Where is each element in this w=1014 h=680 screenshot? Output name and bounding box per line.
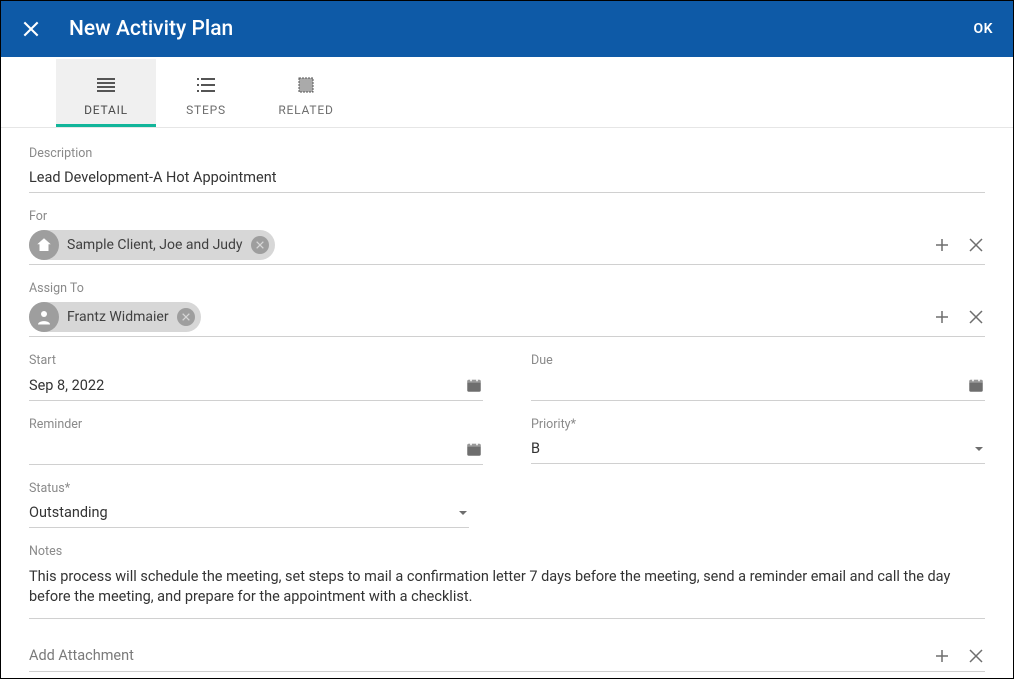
- calendar-icon[interactable]: [465, 376, 483, 394]
- field-label: Status*: [29, 481, 469, 496]
- field-label: Due: [531, 353, 985, 368]
- tab-label: STEPS: [186, 103, 226, 117]
- field-label: Priority*: [531, 417, 985, 432]
- description-input[interactable]: Lead Development-A Hot Appointment: [29, 165, 985, 193]
- clear-icon[interactable]: [967, 308, 985, 326]
- chevron-down-icon: [457, 507, 469, 519]
- field-label: Start: [29, 353, 483, 368]
- field-value-text: Outstanding: [29, 504, 108, 521]
- chevron-down-icon: [973, 443, 985, 455]
- reminder-field: Reminder: [29, 417, 483, 465]
- tab-bar: DETAIL STEPS RELATED: [1, 59, 1013, 128]
- assign-to-field: Assign To Frantz Widmaier: [29, 281, 985, 337]
- notes-input[interactable]: This process will schedule the meeting, …: [29, 563, 985, 619]
- chip-label: Frantz Widmaier: [67, 309, 169, 325]
- for-chip[interactable]: Sample Client, Joe and Judy: [29, 230, 275, 260]
- for-input[interactable]: Sample Client, Joe and Judy: [29, 228, 985, 265]
- assign-to-input[interactable]: Frantz Widmaier: [29, 300, 985, 337]
- description-field: Description Lead Development-A Hot Appoi…: [29, 146, 985, 193]
- tab-steps[interactable]: STEPS: [156, 59, 256, 127]
- field-label: Notes: [29, 544, 985, 559]
- field-label: For: [29, 209, 985, 224]
- priority-field: Priority* B: [531, 417, 985, 465]
- dialog-header: New Activity Plan OK: [1, 1, 1013, 57]
- row-actions: [933, 308, 985, 326]
- field-value-text: Lead Development-A Hot Appointment: [29, 169, 276, 186]
- status-select[interactable]: Outstanding: [29, 500, 469, 528]
- tab-label: DETAIL: [84, 103, 128, 117]
- calendar-icon[interactable]: [967, 376, 985, 394]
- close-icon[interactable]: [21, 19, 41, 39]
- field-value-text: Sep 8, 2022: [29, 377, 104, 394]
- person-icon: [29, 302, 59, 332]
- add-icon[interactable]: [933, 308, 951, 326]
- chip-remove-icon[interactable]: [251, 236, 269, 254]
- add-icon[interactable]: [933, 236, 951, 254]
- calendar-icon[interactable]: [465, 440, 483, 458]
- clear-icon[interactable]: [967, 236, 985, 254]
- for-field: For Sample Client, Joe and Judy: [29, 209, 985, 265]
- reminder-input[interactable]: [29, 436, 483, 465]
- chip-remove-icon[interactable]: [177, 308, 195, 326]
- house-icon: [29, 230, 59, 260]
- form-content: Description Lead Development-A Hot Appoi…: [1, 128, 1013, 680]
- assign-to-chip[interactable]: Frantz Widmaier: [29, 302, 201, 332]
- attachment-label: Add Attachment: [29, 647, 933, 664]
- status-field: Status* Outstanding: [29, 481, 469, 528]
- field-label: Description: [29, 146, 985, 161]
- dialog-title: New Activity Plan: [69, 17, 973, 41]
- tab-detail[interactable]: DETAIL: [56, 59, 156, 127]
- scroll-area[interactable]: DETAIL STEPS RELATED Description Lead De…: [1, 57, 1013, 680]
- tab-label: RELATED: [278, 103, 333, 117]
- steps-icon: [194, 73, 218, 97]
- field-value-text: B: [531, 440, 540, 457]
- field-label: Reminder: [29, 417, 483, 432]
- field-label: Assign To: [29, 281, 985, 296]
- row-actions: [933, 236, 985, 254]
- attachment-field[interactable]: Add Attachment: [29, 647, 985, 672]
- start-field: Start Sep 8, 2022: [29, 353, 483, 401]
- detail-icon: [94, 73, 118, 97]
- tab-related[interactable]: RELATED: [256, 59, 356, 127]
- notes-field: Notes This process will schedule the mee…: [29, 544, 985, 619]
- start-input[interactable]: Sep 8, 2022: [29, 372, 483, 401]
- ok-button[interactable]: OK: [973, 21, 993, 37]
- chip-label: Sample Client, Joe and Judy: [67, 237, 243, 253]
- due-field: Due: [531, 353, 985, 401]
- related-icon: [294, 73, 318, 97]
- clear-icon[interactable]: [967, 647, 985, 665]
- add-icon[interactable]: [933, 647, 951, 665]
- row-actions: [933, 647, 985, 665]
- priority-select[interactable]: B: [531, 436, 985, 464]
- due-input[interactable]: [531, 372, 985, 401]
